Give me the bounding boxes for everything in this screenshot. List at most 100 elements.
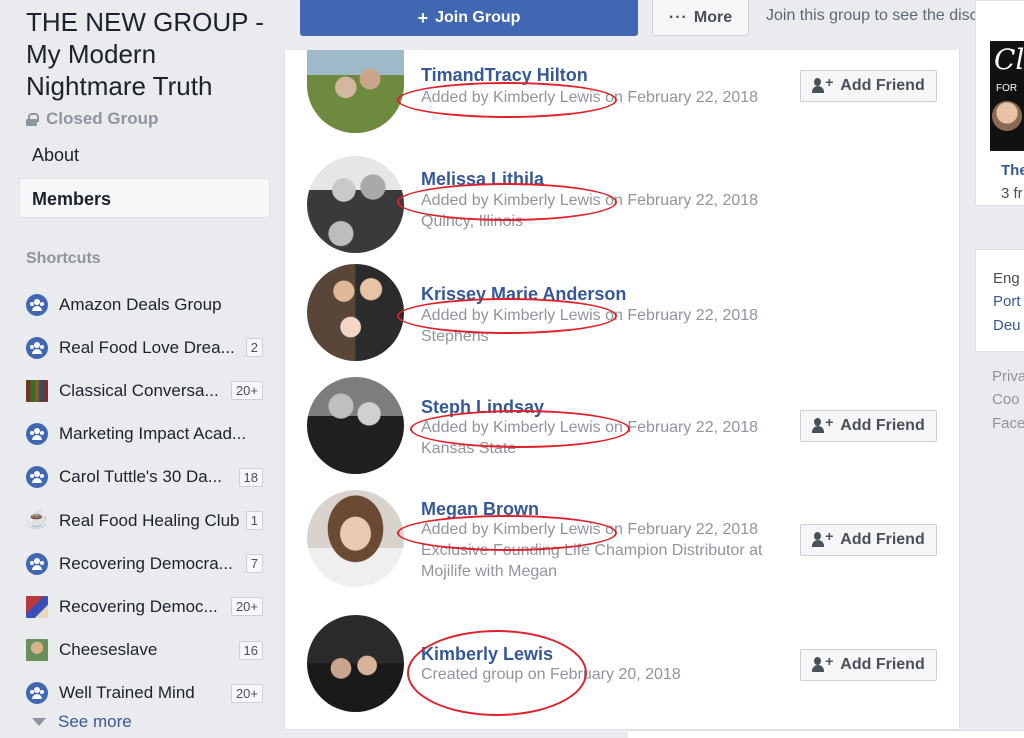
group-icon	[26, 336, 48, 359]
footer-link[interactable]: Face	[992, 415, 1024, 432]
shortcut-badge: 7	[245, 554, 263, 574]
language-current: Eng	[993, 270, 1020, 287]
add-friend-icon: +	[812, 414, 834, 434]
nav-members[interactable]: Members	[19, 178, 270, 218]
shortcut-label: Recovering Democra...	[59, 553, 233, 573]
group-icon	[26, 423, 48, 446]
shortcut-item[interactable]: Cheeseslave 16	[26, 629, 271, 672]
group-title[interactable]: THE NEW GROUP - My Modern Nightmare Trut…	[26, 6, 276, 102]
shortcut-item[interactable]: Classical Conversa... 20+	[26, 369, 271, 412]
shortcuts-list: Amazon Deals Group Real Food Love Drea..…	[26, 283, 271, 715]
member-avatar[interactable]	[307, 50, 404, 133]
shortcut-label: Recovering Democ...	[59, 596, 218, 616]
join-group-label: Join Group	[435, 9, 521, 26]
profile-thumbnail	[992, 101, 1022, 131]
lock-icon	[26, 112, 39, 126]
member-added-by: Added by Kimberly Lewis on February 22, …	[421, 521, 759, 538]
member-avatar[interactable]	[307, 156, 404, 253]
shortcut-item[interactable]: Well Trained Mind 20+	[26, 672, 271, 715]
member-name[interactable]: Megan Brown	[421, 499, 539, 520]
shortcut-label: Carol Tuttle's 30 Da...	[59, 467, 222, 487]
shortcut-badge: 18	[238, 467, 263, 487]
group-icon	[26, 466, 48, 489]
member-added-by: Added by Kimberly Lewis on February 22, …	[421, 307, 759, 324]
see-more-link[interactable]: See more	[32, 712, 132, 732]
add-friend-label: Add Friend	[840, 77, 925, 94]
see-more-label: See more	[58, 712, 132, 731]
language-link[interactable]: Port	[993, 293, 1021, 310]
shortcut-label: Amazon Deals Group	[59, 294, 222, 314]
add-friend-button[interactable]: + Add Friend	[800, 524, 937, 556]
add-friend-button[interactable]: + Add Friend	[800, 410, 937, 442]
shortcut-item[interactable]: Carol Tuttle's 30 Da... 18	[26, 456, 271, 499]
nav-about[interactable]: About	[32, 145, 79, 166]
group-privacy: Closed Group	[26, 109, 158, 129]
shortcut-item[interactable]: Recovering Democra... 7	[26, 542, 271, 585]
shortcut-label: Real Food Love Drea...	[59, 337, 235, 357]
profile-thumbnail	[26, 639, 48, 662]
footer-link[interactable]: Coo	[992, 391, 1020, 408]
shortcut-item[interactable]: Marketing Impact Acad...	[26, 413, 271, 456]
suggested-group-image[interactable]: Cl FOR	[990, 41, 1024, 151]
member-name[interactable]: Kimberly Lewis	[421, 644, 553, 665]
member-avatar[interactable]	[307, 377, 404, 474]
shortcut-badge: 16	[238, 640, 263, 660]
books-thumbnail	[26, 379, 48, 402]
bottom-card-edge	[628, 730, 1024, 738]
shortcut-item[interactable]: Real Food Healing Club 1	[26, 499, 271, 542]
shortcut-label: Well Trained Mind	[59, 683, 195, 703]
member-name[interactable]: Steph Lindsay	[421, 397, 544, 418]
shortcut-badge: 20+	[230, 381, 263, 401]
member-added-by: Added by Kimberly Lewis on February 22, …	[421, 192, 759, 209]
join-group-button[interactable]: + Join Group	[300, 0, 638, 36]
card-image-text: Cl	[994, 43, 1024, 76]
member-avatar[interactable]	[307, 490, 404, 587]
language-link[interactable]: Deu	[993, 317, 1021, 334]
member-added-by: Added by Kimberly Lewis on February 22, …	[421, 419, 759, 436]
card-image-subtext: FOR	[996, 83, 1018, 94]
flag-thumbnail	[26, 595, 48, 618]
add-friend-label: Add Friend	[840, 531, 925, 548]
more-button[interactable]: ··· More	[652, 0, 749, 36]
member-detail: Kansas State	[421, 440, 517, 457]
more-dots-icon: ···	[668, 8, 688, 26]
member-detail: Exclusive Founding Life Champion Distrib…	[421, 542, 763, 559]
left-sidebar: THE NEW GROUP - My Modern Nightmare Trut…	[0, 0, 284, 738]
add-friend-label: Add Friend	[840, 656, 925, 673]
languages-card: Eng Port Deu	[975, 249, 1024, 352]
shortcut-item[interactable]: Amazon Deals Group	[26, 283, 271, 326]
member-added-by: Added by Kimberly Lewis on February 22, …	[421, 89, 759, 106]
shortcut-item[interactable]: Recovering Democ... 20+	[26, 585, 271, 628]
member-detail: Quincy, Illinois	[421, 213, 523, 230]
member-avatar[interactable]	[307, 264, 404, 361]
members-panel: TimandTracy Hilton Added by Kimberly Lew…	[284, 50, 960, 730]
shortcut-label: Cheeseslave	[59, 640, 158, 660]
shortcut-label: Real Food Healing Club	[59, 510, 240, 530]
shortcut-label: Marketing Impact Acad...	[59, 424, 247, 444]
footer-link[interactable]: Priva	[992, 368, 1024, 385]
shortcut-label: Classical Conversa...	[59, 380, 219, 400]
shortcut-badge: 1	[245, 510, 263, 530]
shortcut-badge: 20+	[230, 683, 263, 703]
suggested-group-friends: 3 fr	[1001, 185, 1023, 202]
member-created-group: Created group on February 20, 2018	[421, 666, 681, 683]
add-friend-button[interactable]: + Add Friend	[800, 649, 937, 681]
shortcut-item[interactable]: Real Food Love Drea... 2	[26, 326, 271, 369]
shortcut-badge: 2	[245, 338, 263, 358]
shortcut-badge: 20+	[230, 597, 263, 617]
member-name[interactable]: Melissa Lithila	[421, 169, 544, 190]
add-friend-label: Add Friend	[840, 417, 925, 434]
suggested-group-title[interactable]: The	[1001, 162, 1024, 179]
add-friend-icon: +	[812, 74, 834, 94]
member-name[interactable]: Krissey Marie Anderson	[421, 284, 626, 305]
add-friend-icon: +	[812, 653, 834, 673]
member-avatar[interactable]	[307, 615, 404, 712]
group-icon	[26, 552, 48, 575]
group-icon	[26, 293, 48, 316]
group-icon	[26, 682, 48, 705]
more-label: More	[693, 8, 733, 26]
chevron-down-icon	[32, 718, 46, 726]
add-friend-button[interactable]: + Add Friend	[800, 70, 937, 102]
member-name[interactable]: TimandTracy Hilton	[421, 65, 588, 86]
group-privacy-label: Closed Group	[46, 109, 159, 128]
